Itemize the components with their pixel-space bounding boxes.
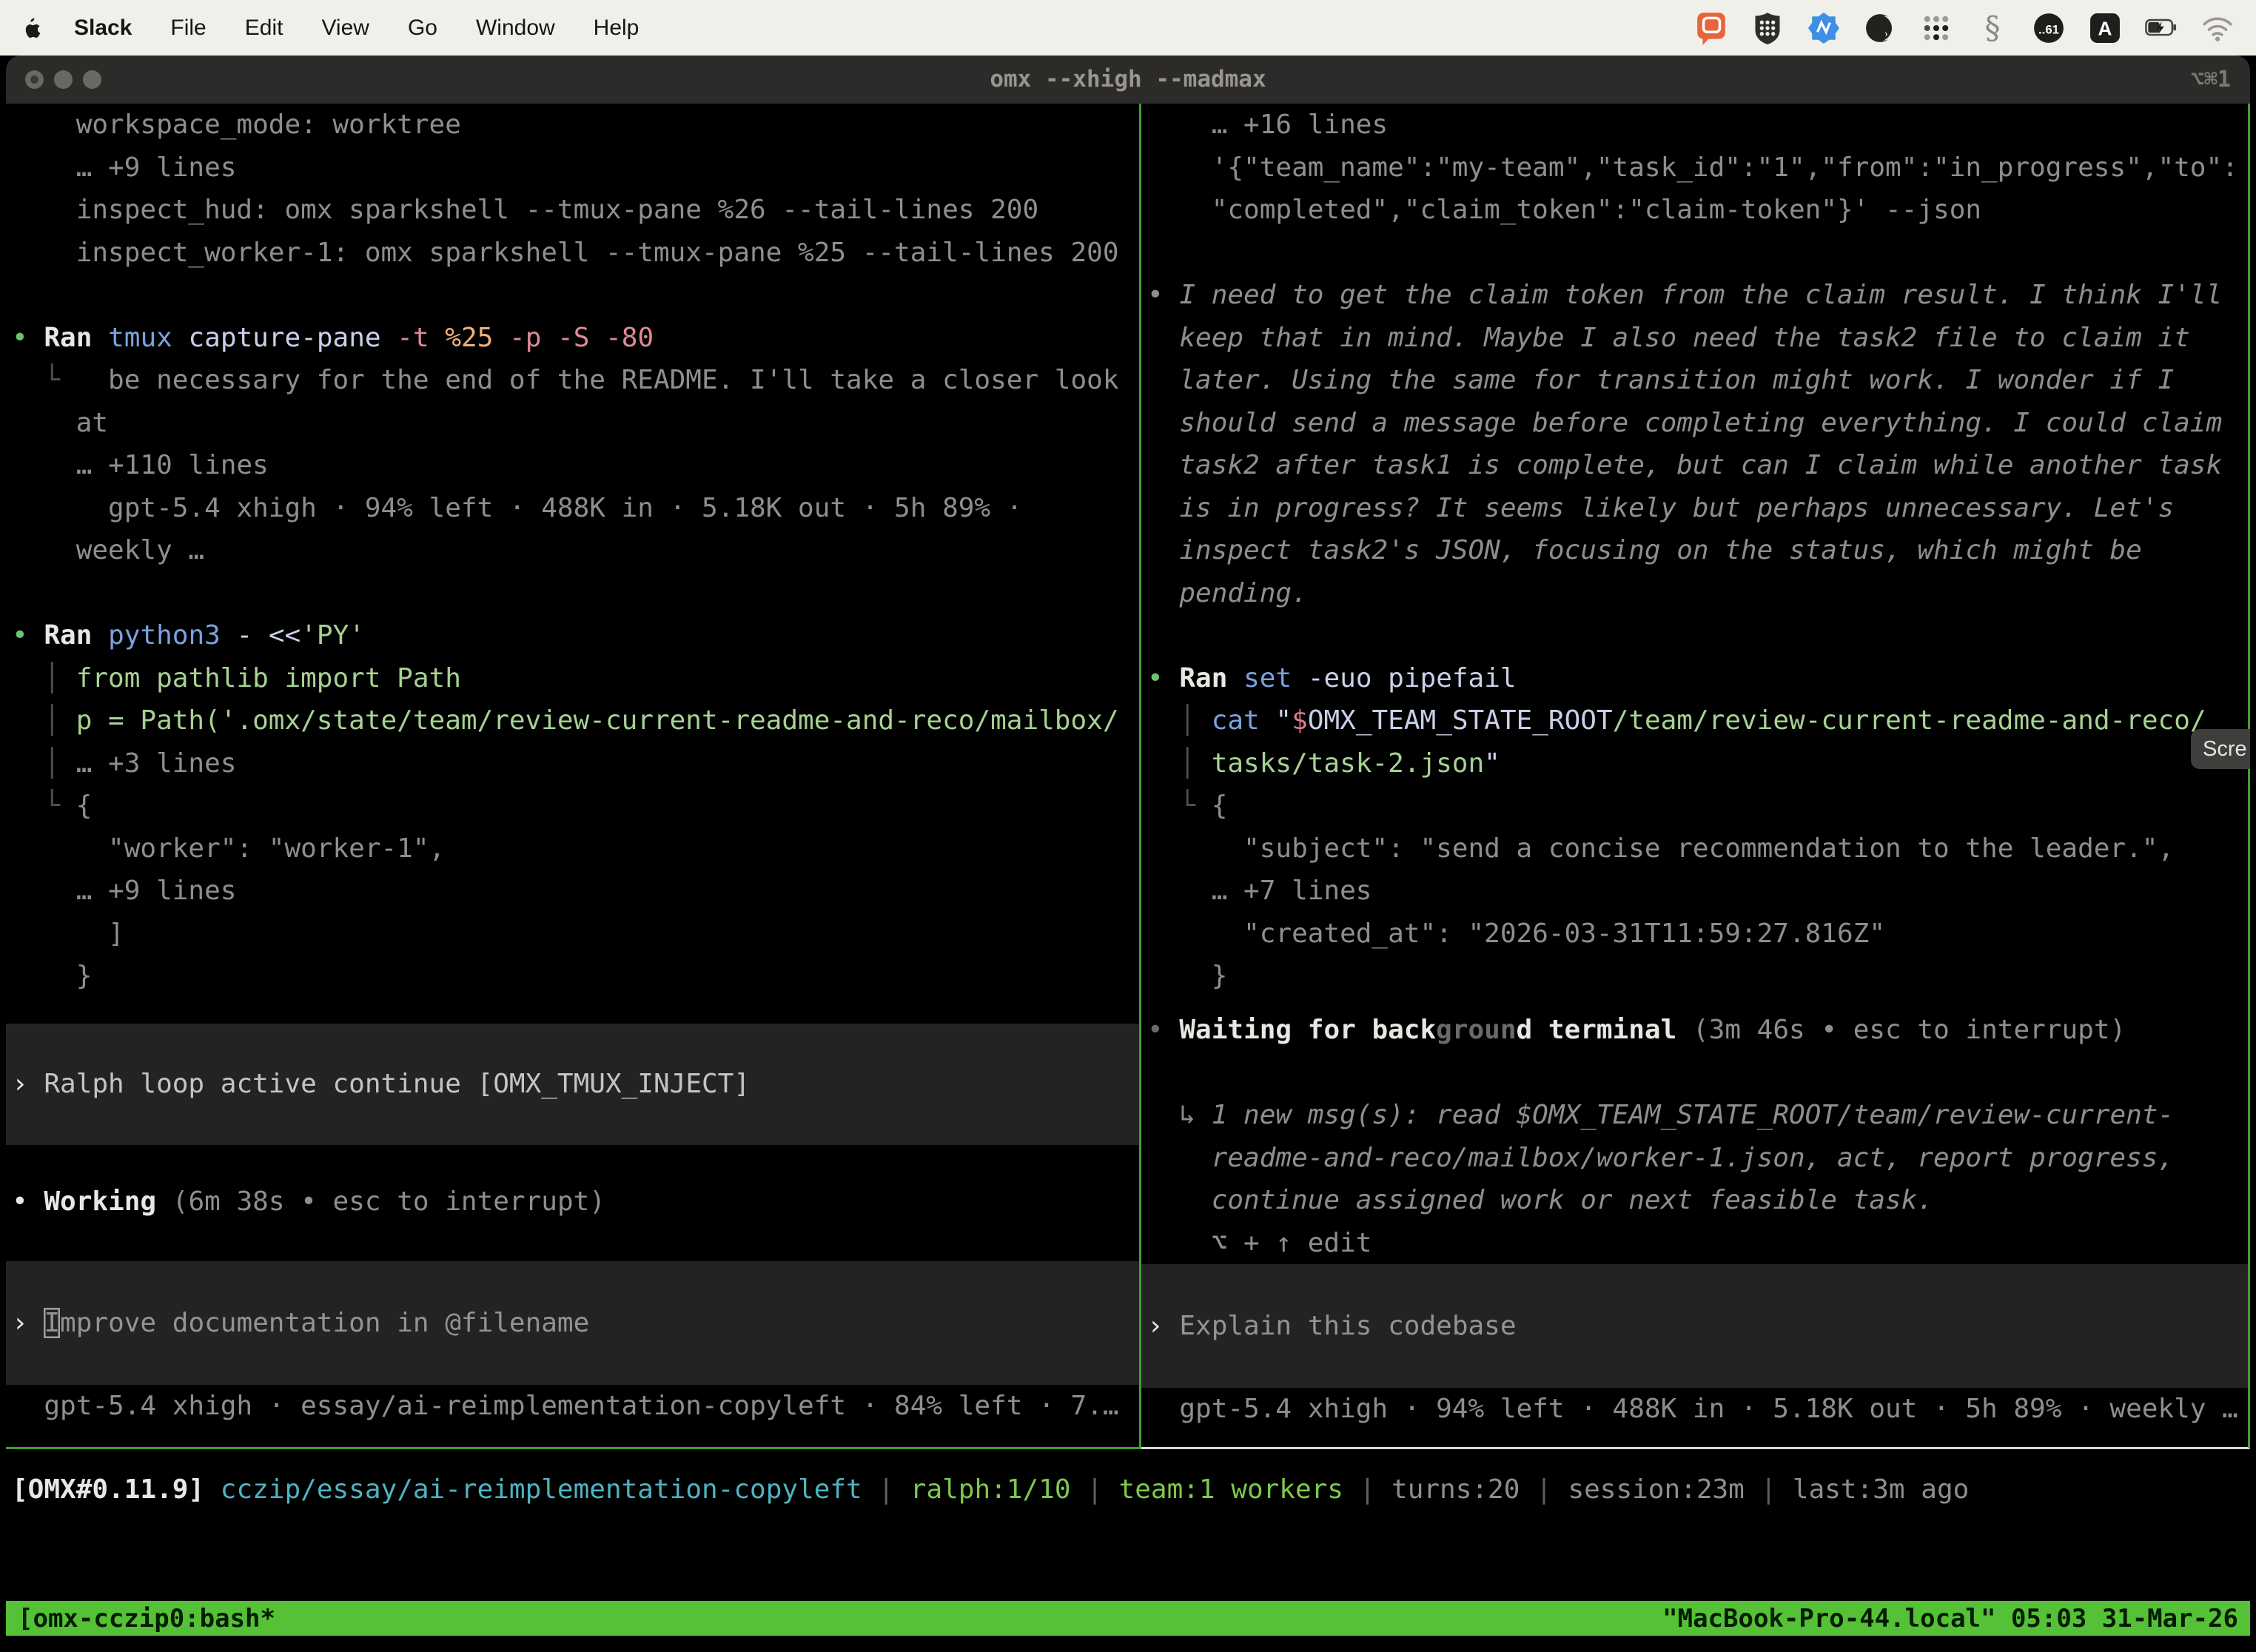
menu-item-help[interactable]: Help — [594, 16, 639, 40]
shield-grid-icon[interactable] — [1751, 12, 1784, 44]
terminal-line: • Ran python3 - <<'PY' — [12, 614, 1139, 657]
terminal-line: gpt-5.4 xhigh · 94% left · 488K in · 5.1… — [12, 487, 1139, 530]
wifi-icon[interactable] — [2201, 12, 2234, 44]
crescent-icon[interactable] — [1864, 12, 1896, 44]
terminal-line: "completed","claim_token":"claim-token"}… — [1147, 189, 2248, 232]
menubar-status-icons: § ..61 A — [1695, 12, 2234, 44]
terminal-line: inspect_worker-1: omx sparkshell --tmux-… — [12, 232, 1139, 275]
terminal-line: │ tasks/task-2.json" — [1147, 742, 2248, 785]
terminal-line: "worker": "worker-1", — [12, 827, 1139, 870]
apple-icon[interactable] — [22, 16, 41, 40]
terminal-line: gpt-5.4 xhigh · essay/ai-reimplementatio… — [12, 1385, 1139, 1428]
spacer — [1147, 1051, 2248, 1094]
terminal-content: … +16 lines '{"team_name":"my-team","tas… — [6, 104, 2250, 1652]
terminal-line: } — [12, 955, 1139, 998]
terminal-line: • Ran tmux capture-pane -t %25 -p -S -80 — [12, 317, 1139, 360]
terminal-line: weekly … — [12, 529, 1139, 572]
terminal-line: ↳ 1 new msg(s): read $OMX_TEAM_STATE_ROO… — [1147, 1094, 2248, 1137]
left-pane: workspace_mode: worktree … +9 lines insp… — [6, 104, 1141, 1449]
omx-status-line: [OMX#0.11.9] cczip/essay/ai-reimplementa… — [12, 1468, 1969, 1511]
terminal-line: inspect task2's JSON, focusing on the st… — [1147, 529, 2248, 572]
svg-text:A: A — [2098, 17, 2112, 39]
terminal-line: "subject": "send a concise recommendatio… — [1147, 827, 2248, 870]
terminal-line: … +9 lines — [12, 147, 1139, 189]
menu-item-go[interactable]: Go — [408, 16, 437, 40]
terminal-window: omx --xhigh --madmax ⌥⌘1 … +16 lines '{"… — [6, 56, 2250, 1652]
menubar-app-name[interactable]: Slack — [74, 16, 132, 41]
spacer — [1147, 998, 2248, 1009]
squiggle-icon[interactable]: § — [1976, 12, 2009, 44]
terminal-line — [1147, 232, 2248, 275]
dots-grid-icon[interactable] — [1920, 12, 1953, 44]
tmux-session-label: [omx-cczip0:bash* — [18, 1604, 275, 1633]
terminal-line: workspace_mode: worktree — [12, 104, 1139, 147]
prompt-input[interactable]: › Improve documentation in @filename — [6, 1261, 1139, 1385]
window-title: omx --xhigh --madmax — [6, 56, 2250, 104]
badge-61-icon[interactable]: ..61 — [2032, 12, 2065, 44]
text-cursor: I — [44, 1308, 60, 1338]
terminal-line: continue assigned work or next feasible … — [1147, 1179, 2248, 1222]
terminal-line: └ { — [1147, 785, 2248, 827]
window-shortcut-badge: ⌥⌘1 — [2191, 56, 2231, 104]
terminal-line: … +16 lines — [1147, 104, 2248, 147]
terminal-line: inspect_hud: omx sparkshell --tmux-pane … — [12, 189, 1139, 232]
screen-tooltip: Scre — [2191, 729, 2250, 769]
terminal-line — [12, 572, 1139, 615]
terminal-line: ⌥ + ↑ edit — [1147, 1222, 2248, 1265]
terminal-line: … +7 lines — [1147, 870, 2248, 913]
terminal-line: └ { — [12, 785, 1139, 827]
terminal-line: readme-and-reco/mailbox/worker-1.json, a… — [1147, 1137, 2248, 1180]
spacer — [12, 1223, 1139, 1261]
terminal-line: • Waiting for background terminal (3m 46… — [1147, 1009, 2248, 1052]
terminal-line: "created_at": "2026-03-31T11:59:27.816Z" — [1147, 913, 2248, 956]
svg-text:..61: ..61 — [2038, 22, 2059, 36]
terminal-line: • Ran set -euo pipefail — [1147, 657, 2248, 700]
terminal-line: │ … +3 lines — [12, 742, 1139, 785]
terminal-line: '{"team_name":"my-team","task_id":"1","f… — [1147, 147, 2248, 189]
ralph-loop-status: › Ralph loop active continue [OMX_TMUX_I… — [6, 1024, 1139, 1145]
terminal-line: • I need to get the claim token from the… — [1147, 274, 2248, 317]
spacer — [12, 998, 1139, 1024]
spacer — [12, 1145, 1139, 1181]
terminal-line: │ cat "$OMX_TEAM_STATE_ROOT/team/review-… — [1147, 699, 2248, 742]
battery-icon[interactable] — [2145, 12, 2178, 44]
terminal-line: } — [1147, 955, 2248, 998]
terminal-line: task2 after task1 is complete, but can I… — [1147, 444, 2248, 487]
menubar: Slack File Edit View Go Window Help § ..61 A — [0, 0, 2256, 56]
prompt-input[interactable]: › Explain this codebase — [1141, 1264, 2248, 1388]
terminal-line — [12, 274, 1139, 317]
right-pane: … +16 lines '{"team_name":"my-team","tas… — [1141, 104, 2250, 1449]
terminal-line: keep that in mind. Maybe I also need the… — [1147, 317, 2248, 360]
tmux-host-clock: "MacBook-Pro-44.local" 05:03 31-Mar-26 — [1662, 1604, 2238, 1633]
blue-gem-icon[interactable] — [1807, 12, 1840, 44]
terminal-line: gpt-5.4 xhigh · 94% left · 488K in · 5.1… — [1147, 1388, 2248, 1431]
tmux-status-bar: [omx-cczip0:bash* "MacBook-Pro-44.local"… — [6, 1601, 2250, 1636]
chat-app-icon[interactable] — [1695, 12, 1728, 44]
menu-item-file[interactable]: File — [170, 16, 206, 40]
menu-item-window[interactable]: Window — [476, 16, 555, 40]
terminal-line: • Working (6m 38s • esc to interrupt) — [12, 1181, 1139, 1223]
titlebar[interactable]: omx --xhigh --madmax ⌥⌘1 — [6, 56, 2250, 104]
terminal-line: is in progress? It seems likely but perh… — [1147, 487, 2248, 530]
terminal-line: … +9 lines — [12, 870, 1139, 913]
input-source-icon[interactable]: A — [2089, 12, 2121, 44]
terminal-line: later. Using the same for transition mig… — [1147, 359, 2248, 402]
terminal-line: │ p = Path('.omx/state/team/review-curre… — [12, 699, 1139, 742]
terminal-line: should send a message before completing … — [1147, 402, 2248, 445]
terminal-line — [1147, 614, 2248, 657]
terminal-line: │ from pathlib import Path — [12, 657, 1139, 700]
menu-item-edit[interactable]: Edit — [245, 16, 283, 40]
terminal-line: ] — [12, 913, 1139, 956]
terminal-line: … +110 lines — [12, 444, 1139, 487]
terminal-line: at — [12, 402, 1139, 445]
terminal-line: pending. — [1147, 572, 2248, 615]
terminal-line: └ be necessary for the end of the README… — [12, 359, 1139, 402]
menu-item-view[interactable]: View — [321, 16, 369, 40]
